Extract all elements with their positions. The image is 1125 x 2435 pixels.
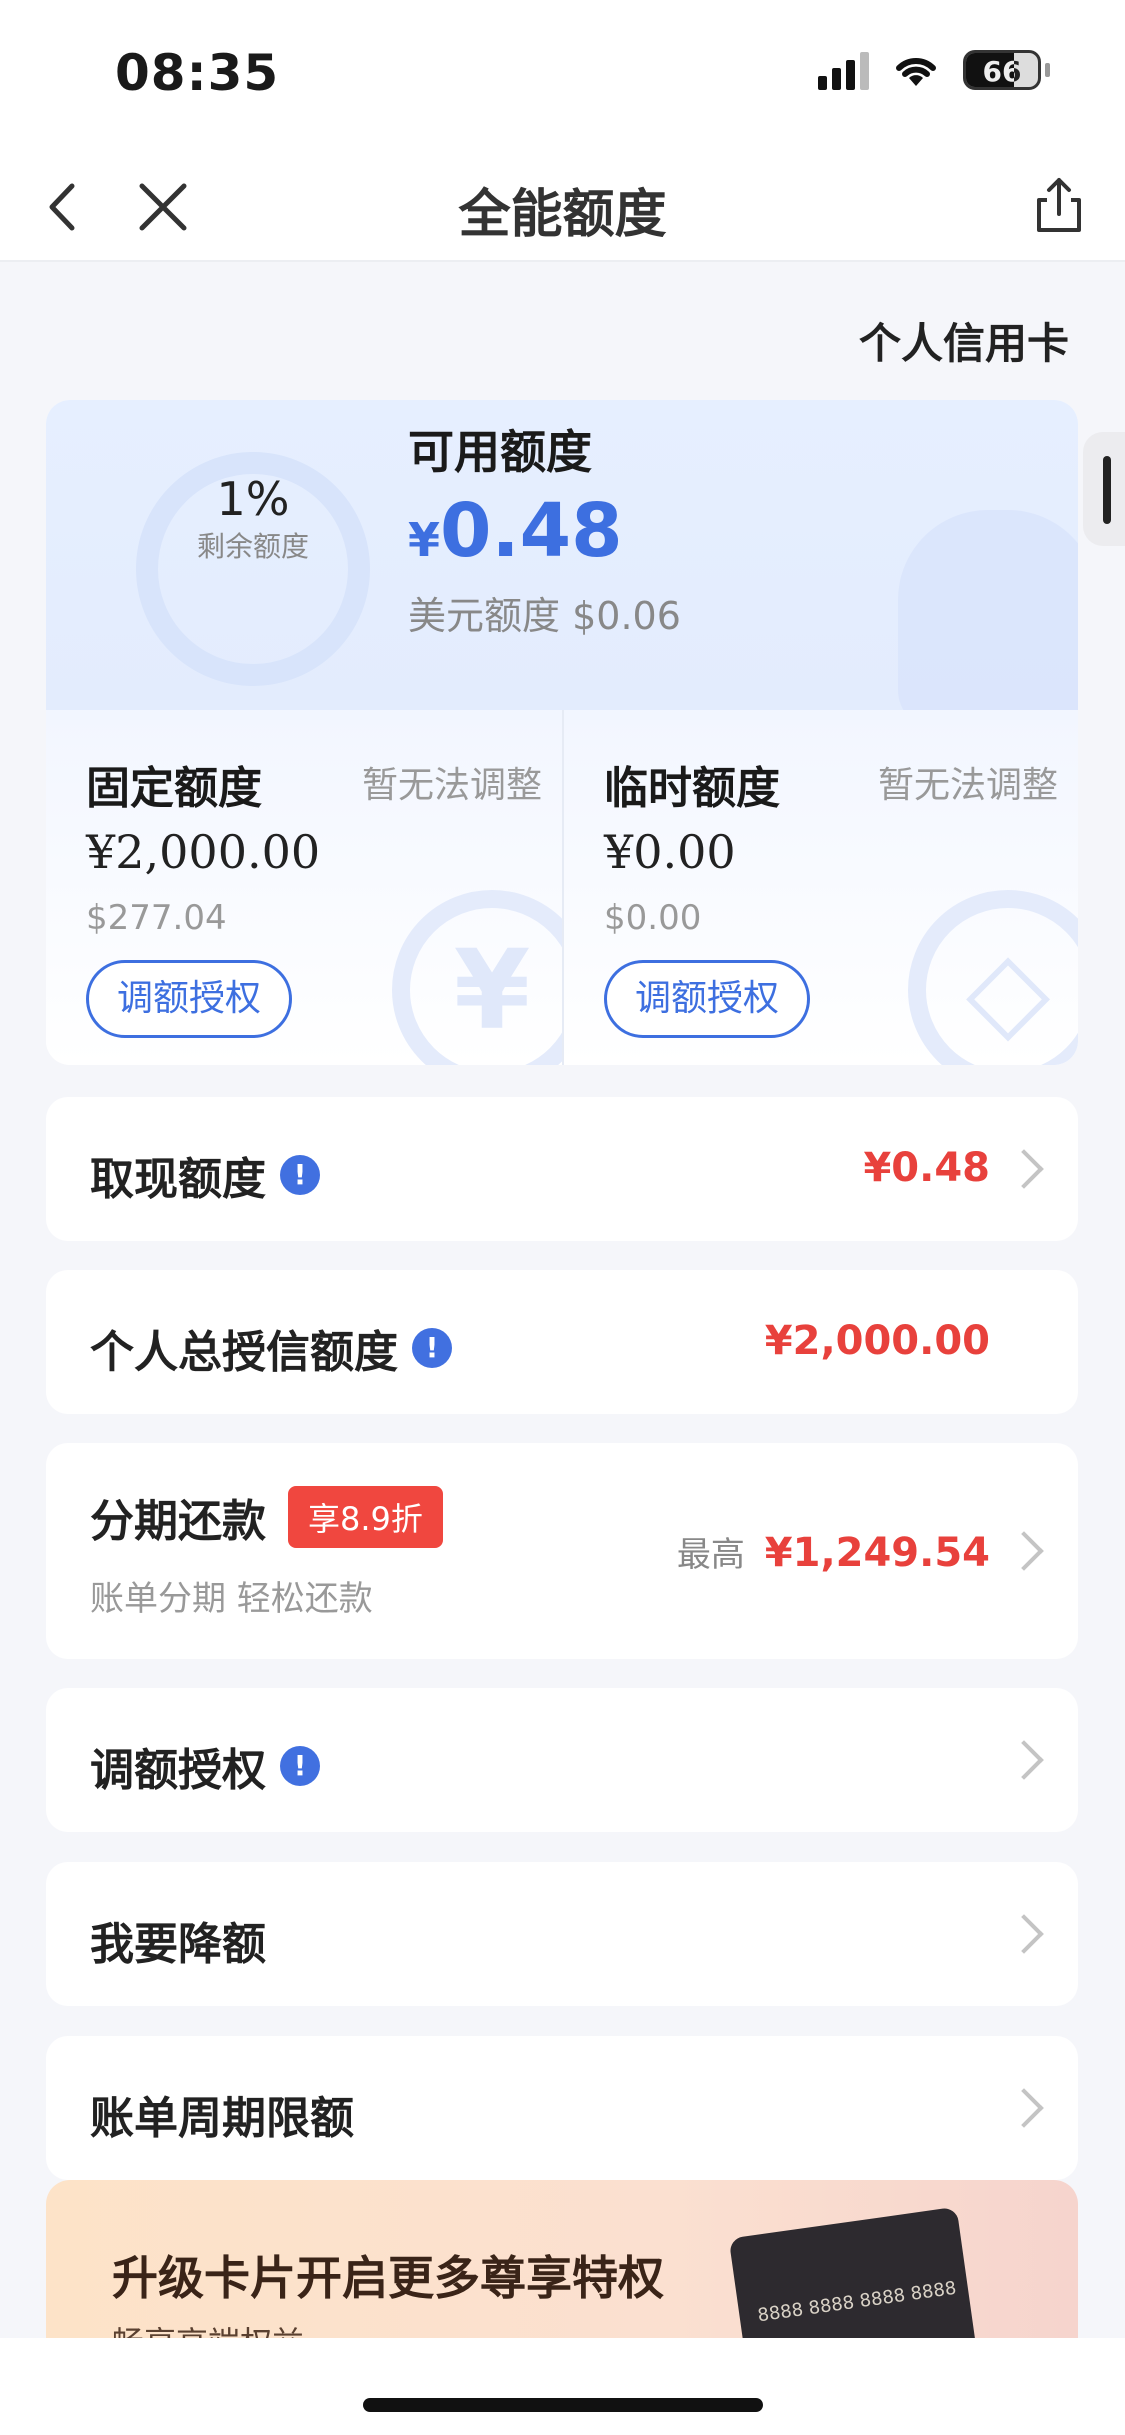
cycle-label: 账单周期限额: [90, 2093, 354, 2144]
authorize-label-group: 调额授权 !: [90, 1734, 320, 1798]
fixed-credit-amount: ¥2,000.00: [86, 825, 321, 879]
usd-amount: $0.06: [572, 594, 681, 638]
promo-subtitle: 畅享高端权益: [112, 2318, 304, 2340]
battery-icon: 66: [963, 50, 1041, 90]
credit-summary-card: 1% 剩余额度 可用额度 ¥ 0.48 美元额度 $0.06 ¥ 固定额度 暂无…: [46, 400, 1078, 1065]
remaining-percent: 1%: [216, 472, 290, 526]
available-label: 可用额度: [408, 425, 592, 479]
installment-max-label: 最高: [676, 1535, 745, 1575]
card-type-label[interactable]: 个人信用卡: [859, 310, 1069, 371]
cash-advance-row[interactable]: 取现额度 ! ¥0.48: [46, 1097, 1078, 1241]
fixed-credit-usd: $277.04: [86, 898, 227, 938]
wifi-icon: [896, 57, 936, 86]
chevron-right-icon: [1004, 1740, 1044, 1780]
available-amount: ¥ 0.48: [408, 488, 623, 574]
authorize-label: 调额授权: [90, 1745, 266, 1796]
status-time: 08:35: [115, 44, 280, 102]
home-indicator[interactable]: [363, 2398, 763, 2412]
temporary-adjust-button[interactable]: 调额授权: [604, 960, 810, 1038]
total-credit-label-group: 个人总授信额度 !: [90, 1316, 452, 1380]
scrollbar[interactable]: [1103, 456, 1111, 524]
currency-symbol: ¥: [408, 513, 441, 567]
discount-badge: 享8.9折: [288, 1486, 443, 1548]
info-icon[interactable]: !: [412, 1328, 452, 1368]
billing-cycle-limit-row[interactable]: 账单周期限额: [46, 2036, 1078, 2180]
chevron-right-icon: [1004, 1149, 1044, 1189]
status-bar: 08:35 66: [0, 0, 1125, 150]
total-credit-value: ¥2,000.00: [764, 1318, 990, 1364]
page-title: 全能额度: [458, 185, 667, 245]
battery-level: 66: [982, 55, 1022, 88]
fixed-credit-title: 固定额度: [86, 763, 262, 814]
temporary-credit-amount: ¥0.00: [604, 825, 736, 879]
installment-value-group: 最高 ¥1,249.54: [677, 1527, 990, 1576]
share-icon[interactable]: [1021, 168, 1097, 244]
reduce-limit-row[interactable]: 我要降额: [46, 1862, 1078, 2006]
fixed-adjust-button[interactable]: 调额授权: [86, 960, 292, 1038]
temporary-credit-note: 暂无法调整: [877, 765, 1058, 806]
installment-label-group: 分期还款 享8.9折: [90, 1485, 443, 1549]
installment-value: ¥1,249.54: [764, 1530, 990, 1576]
diamond-coin-decoration: ◇: [908, 890, 1078, 1065]
available-value: 0.48: [440, 488, 623, 574]
nav-bar: 全能额度: [0, 150, 1125, 262]
cellular-signal-icon: [818, 50, 869, 90]
remaining-label: 剩余额度: [196, 530, 309, 563]
cash-advance-value: ¥0.48: [863, 1145, 990, 1191]
cash-advance-label: 取现额度: [90, 1154, 266, 1205]
temporary-credit-panel: ◇ 临时额度 暂无法调整 ¥0.00 $0.00 调额授权: [562, 710, 1078, 1065]
temporary-credit-usd: $0.00: [604, 898, 702, 938]
available-credit-panel: 1% 剩余额度 可用额度 ¥ 0.48 美元额度 $0.06: [46, 400, 1078, 730]
upgrade-card-banner[interactable]: 升级卡片开启更多尊享特权 畅享高端权益 8888 8888 8888 8888: [46, 2180, 1078, 2340]
usd-credit: 美元额度 $0.06: [408, 585, 681, 640]
chevron-right-icon: [1004, 1531, 1044, 1571]
info-icon[interactable]: !: [280, 1746, 320, 1786]
total-credit-label: 个人总授信额度: [90, 1327, 398, 1378]
credit-card-image: 8888 8888 8888 8888: [728, 2206, 978, 2340]
promo-title: 升级卡片开启更多尊享特权: [112, 2251, 664, 2305]
reduce-label: 我要降额: [90, 1919, 266, 1970]
usd-label: 美元额度: [408, 594, 561, 638]
total-credit-row: 个人总授信额度 ! ¥2,000.00: [46, 1270, 1078, 1414]
promo-card-number: 8888 8888 8888 8888: [756, 2277, 958, 2327]
fixed-credit-panel: ¥ 固定额度 暂无法调整 ¥2,000.00 $277.04 调额授权: [46, 710, 592, 1065]
info-icon[interactable]: !: [280, 1155, 320, 1195]
bottom-safe-area: [0, 2338, 1125, 2435]
temporary-credit-title: 临时额度: [604, 763, 780, 814]
installment-subtitle: 账单分期 轻松还款: [90, 1579, 373, 1619]
cash-advance-label-group: 取现额度 !: [90, 1143, 320, 1207]
chevron-right-icon: [1004, 2088, 1044, 2128]
installment-label: 分期还款: [90, 1496, 266, 1547]
installment-row[interactable]: 分期还款 享8.9折 账单分期 轻松还款 最高 ¥1,249.54: [46, 1443, 1078, 1659]
status-icons: 66: [818, 50, 1050, 90]
chevron-right-icon: [1004, 1914, 1044, 1954]
battery-cap: [1045, 63, 1050, 77]
money-bag-decoration: [898, 510, 1078, 730]
fixed-credit-note: 暂无法调整: [361, 765, 542, 806]
adjust-authorization-row[interactable]: 调额授权 !: [46, 1688, 1078, 1832]
